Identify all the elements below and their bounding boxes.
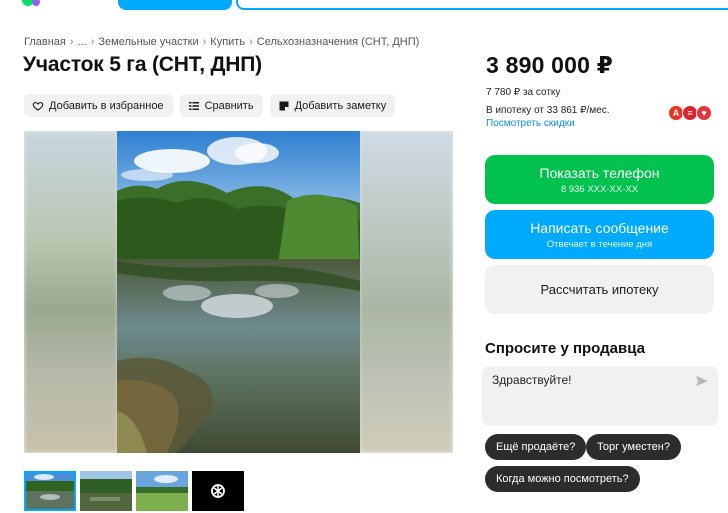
add-note-label: Добавить заметку [294,99,387,112]
ask-seller-input[interactable]: Здравствуйте! [482,366,718,426]
page-title: Участок 5 га (СНТ, ДНП) [23,53,262,76]
breadcrumb-item[interactable]: Купить [210,36,245,48]
photo-gallery[interactable] [24,131,453,453]
breadcrumb-item[interactable]: Земельные участки [98,36,198,48]
breadcrumb-separator: › [90,36,95,48]
listing-actions: Добавить в избранное Сравнить Добавить з… [24,94,396,117]
thumbnail-image [24,471,76,511]
send-message-label: Написать сообщение [530,219,669,236]
send-message-button[interactable]: Написать сообщение Отвечает в течение дн… [485,210,714,259]
price: 3 890 000 ₽ [486,52,613,78]
add-to-favorites-label: Добавить в избранное [49,99,164,112]
compare-label: Сравнить [204,99,254,112]
show-phone-button[interactable]: Показать телефон 8 936 XXX-XX-XX [485,155,714,204]
compare-icon [188,101,199,110]
view-discounts-link[interactable]: Посмотреть скидки [486,118,575,129]
breadcrumb-item[interactable]: ... [78,36,87,48]
breadcrumb: Главная ›... › Земельные участки › Купить › Сел… [24,36,419,48]
add-note-button[interactable]: Добавить заметку [269,94,396,117]
breadcrumb-separator: › [69,36,74,48]
breadcrumb-item[interactable]: Главная [24,36,66,48]
thumbnail-image [80,471,132,511]
ask-seller-title: Спросите у продавца [485,340,645,357]
partner-banks: А ≡ ♥ [668,105,712,121]
avito-logo[interactable] [22,0,100,8]
response-time: Отвечает в течение дня [546,238,653,250]
breadcrumb-item[interactable]: Сельхозназначения (СНТ, ДНП) [257,36,420,48]
note-icon [279,101,289,110]
quick-question-chip[interactable]: Ещё продаёте? [485,434,587,460]
add-to-favorites-button[interactable]: Добавить в избранное [24,94,173,117]
thumbnail-strip [24,471,244,511]
send-icon[interactable] [695,374,709,388]
quick-question-chip[interactable]: Когда можно посмотреть? [485,466,640,492]
main-photo[interactable] [117,131,360,453]
gallery-blur-left [24,131,118,453]
thumbnail[interactable] [136,471,188,511]
breadcrumb-separator: › [249,36,253,48]
show-phone-label: Показать телефон [539,164,660,181]
search-input[interactable] [236,0,728,10]
calculate-mortgage-button[interactable]: Рассчитать ипотеку [485,265,714,314]
mortgage-payment: В ипотеку от 33 861 ₽/мес. [486,105,610,116]
gallery-blur-right [359,131,453,453]
all-categories-button[interactable] [118,0,232,10]
calculate-mortgage-label: Рассчитать ипотеку [540,282,659,297]
thumbnail-image [136,471,188,511]
compare-button[interactable]: Сравнить [179,94,263,117]
bank-icon: ♥ [696,105,712,121]
quick-question-chip[interactable]: Торг уместен? [586,434,681,460]
thumbnail[interactable] [80,471,132,511]
heart-icon [32,101,44,111]
breadcrumb-separator: › [202,36,207,48]
more-photos-thumbnail[interactable] [192,471,244,511]
thumbnail[interactable] [24,471,76,511]
price-per-sotka: 7 780 ₽ за сотку [486,87,561,98]
phone-number-masked: 8 936 XXX-XX-XX [560,183,639,195]
gallery-icon [211,484,225,498]
logo-dot [32,0,40,6]
